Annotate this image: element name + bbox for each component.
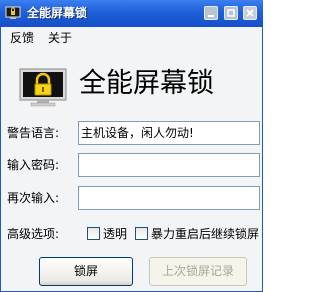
restart-lock-label[interactable]: 暴力重启后继续锁屏 [151,227,259,241]
maximize-icon [227,9,235,17]
warning-input[interactable]: 主机设备，闲人勿动! [78,121,260,145]
menu-item-about[interactable]: 关于 [48,31,72,45]
password-input[interactable] [78,153,260,177]
minimize-button[interactable] [204,6,218,20]
password-label: 输入密码: [7,158,60,172]
app-heading: 全能屏幕锁 [79,68,214,99]
transparent-label[interactable]: 透明 [103,227,127,241]
app-window: 全能屏幕锁 反馈 关于 全能屏幕锁 警告语言: 主机设备，闲人勿动! 输入密码:… [0,0,263,292]
close-button[interactable] [243,6,257,20]
menu-bar: 反馈 关于 [1,27,262,49]
restart-lock-checkbox[interactable] [135,227,148,240]
last-lock-record-button[interactable]: 上次锁屏记录 [149,257,247,286]
minimize-icon [208,15,214,17]
transparent-checkbox[interactable] [87,227,100,240]
confirm-password-label: 再次输入: [7,191,60,205]
close-icon [246,9,254,17]
monitor-lock-icon [5,6,21,19]
monitor-padlock-icon [19,68,67,107]
advanced-options-label: 高级选项: [7,227,60,241]
title-bar[interactable]: 全能屏幕锁 [0,0,263,27]
confirm-password-input[interactable] [78,186,260,210]
window-title: 全能屏幕锁 [27,6,88,20]
menu-item-feedback[interactable]: 反馈 [10,31,34,45]
warning-label: 警告语言: [7,126,60,140]
maximize-button[interactable] [224,6,238,20]
lock-screen-button[interactable]: 锁屏 [39,257,133,286]
